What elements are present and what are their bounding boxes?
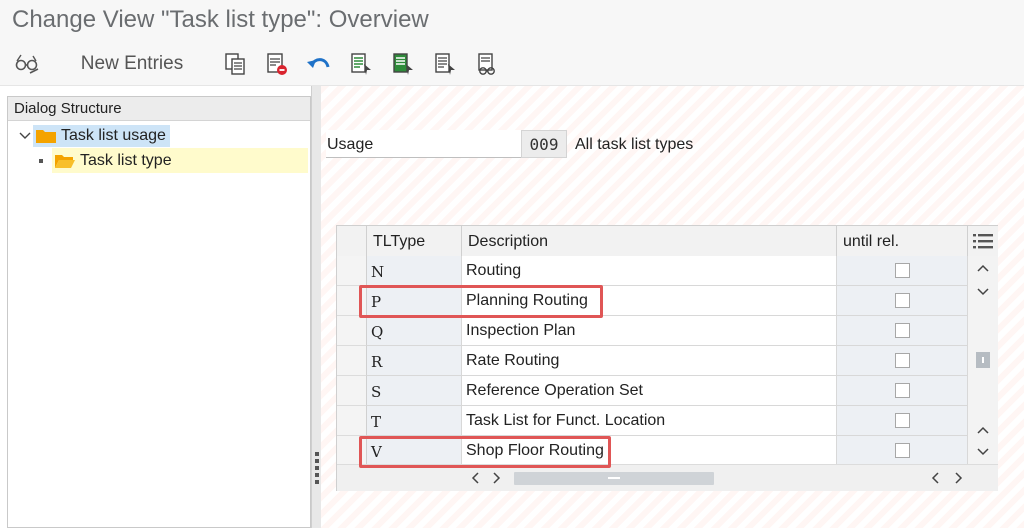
dialog-structure-header: Dialog Structure — [8, 97, 310, 121]
dialog-structure-panel: Dialog Structure Task list usage Task li… — [7, 96, 311, 528]
cell-until-rel — [837, 376, 968, 406]
row-selector[interactable] — [337, 316, 367, 346]
grip-dot — [315, 473, 319, 477]
select-block-icon[interactable] — [388, 48, 418, 80]
scroll-page-up-icon[interactable] — [968, 258, 998, 278]
until-rel-checkbox[interactable] — [894, 293, 910, 308]
until-rel-checkbox[interactable] — [894, 323, 910, 338]
cell-until-rel — [837, 286, 968, 316]
column-header-tltype[interactable]: TLType — [367, 226, 462, 257]
grip-dot — [315, 466, 319, 470]
horizontal-scroll-thumb[interactable] — [514, 472, 714, 485]
select-all-icon[interactable] — [346, 48, 376, 80]
scroll-right-icon[interactable] — [487, 468, 507, 488]
cell-description: Inspection Plan — [462, 316, 837, 346]
vertical-scrollbar[interactable] — [968, 256, 998, 464]
column-header-description[interactable]: Description — [462, 226, 837, 257]
select-all-header[interactable] — [337, 226, 367, 257]
scroll-page-down-icon[interactable] — [968, 442, 998, 462]
horizontal-scrollbar[interactable] — [337, 464, 998, 491]
until-rel-checkbox[interactable] — [894, 413, 910, 428]
tree-item-task-list-type[interactable]: Task list type — [36, 148, 308, 173]
column-header-until-rel[interactable]: until rel. — [837, 226, 968, 257]
tree-item-label: Task list type — [80, 151, 172, 169]
scroll-end-left-icon[interactable] — [925, 468, 945, 488]
tree-item-task-list-usage[interactable]: Task list usage — [17, 123, 307, 148]
new-entries-button[interactable]: New Entries — [70, 48, 194, 80]
cell-description: Reference Operation Set — [462, 376, 837, 406]
page-title: Change View "Task list type": Overview — [12, 6, 429, 33]
panel-splitter[interactable] — [311, 86, 321, 528]
usage-label: Usage — [326, 130, 522, 158]
tree-item-selection: Task list usage — [33, 124, 170, 147]
folder-icon — [35, 128, 57, 144]
cell-description: Task List for Funct. Location — [462, 406, 837, 436]
usage-description: All task list types — [575, 136, 694, 153]
delete-icon[interactable] — [262, 48, 292, 80]
column-settings-icon[interactable] — [968, 226, 998, 257]
tree-item-active-row: Task list type — [52, 148, 308, 173]
row-selector[interactable] — [337, 406, 367, 436]
until-rel-checkbox[interactable] — [894, 383, 910, 398]
chevron-down-icon[interactable] — [17, 132, 33, 140]
title-bar: Change View "Task list type": Overview — [0, 0, 1024, 42]
folder-open-icon — [54, 153, 76, 169]
cell-until-rel — [837, 346, 968, 376]
cell-until-rel — [837, 436, 968, 466]
deselect-icon[interactable] — [430, 48, 460, 80]
until-rel-checkbox[interactable] — [894, 353, 910, 368]
tree-item-label: Task list usage — [61, 126, 166, 144]
copy-icon[interactable] — [220, 48, 250, 80]
row-selector[interactable] — [337, 376, 367, 406]
grip-dot — [315, 480, 319, 484]
cell-tltype: T — [367, 406, 462, 436]
usage-code-field: 009 — [521, 130, 567, 158]
undo-icon[interactable] — [304, 48, 334, 80]
scroll-left-icon[interactable] — [465, 468, 485, 488]
cell-until-rel — [837, 256, 968, 286]
highlight-planning-routing — [359, 285, 603, 318]
scroll-down-icon[interactable] — [968, 282, 998, 302]
highlight-shop-floor-routing — [359, 436, 611, 468]
glasses-edit-icon[interactable] — [12, 48, 42, 80]
row-selector[interactable] — [337, 256, 367, 286]
cell-tltype: R — [367, 346, 462, 376]
cell-tltype: Q — [367, 316, 462, 346]
print-view-icon[interactable] — [472, 48, 502, 80]
scroll-end-right-icon[interactable] — [949, 468, 969, 488]
grip-dot — [315, 459, 319, 463]
scroll-up-icon[interactable] — [968, 420, 998, 440]
cell-description: Routing — [462, 256, 837, 286]
row-selector[interactable] — [337, 346, 367, 376]
cell-until-rel — [837, 406, 968, 436]
cell-tltype: N — [367, 256, 462, 286]
scroll-thumb[interactable] — [976, 352, 990, 368]
cell-tltype: S — [367, 376, 462, 406]
until-rel-checkbox[interactable] — [894, 443, 910, 458]
until-rel-checkbox[interactable] — [894, 263, 910, 278]
new-entries-label: New Entries — [80, 53, 184, 74]
cell-description: Rate Routing — [462, 346, 837, 376]
tree-bullet-icon — [36, 158, 46, 163]
toolbar: New Entries — [0, 42, 1024, 86]
cell-until-rel — [837, 316, 968, 346]
grip-dot — [315, 452, 319, 456]
